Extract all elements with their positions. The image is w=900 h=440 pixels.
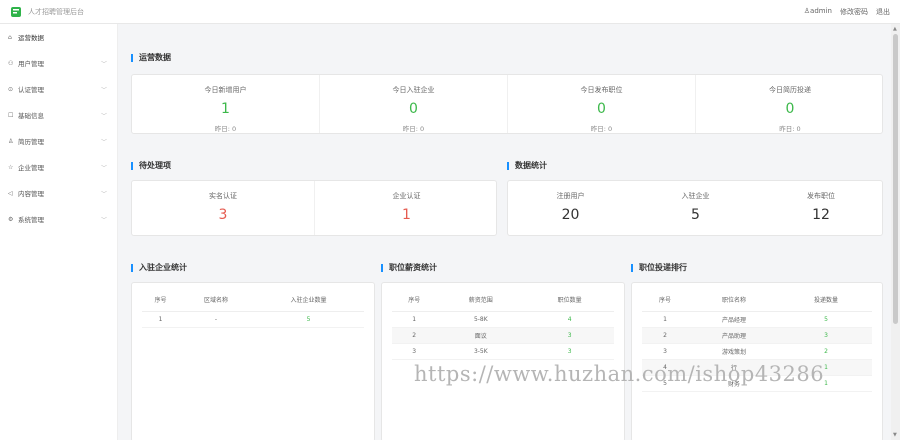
users-icon: ⚇ (8, 59, 14, 67)
column-header: 投递数量 (780, 289, 872, 312)
column-header: 序号 (392, 289, 437, 312)
stat-resume-deliveries: 今日简历投递 0 昨日: 0 (769, 86, 811, 133)
change-password-link[interactable]: 修改密码 (840, 7, 868, 17)
table-row: 2 产品助理 3 (642, 327, 872, 344)
pending-real-name[interactable]: 实名认证 3 (132, 181, 315, 235)
ops-stats-card: 今日新增用户 1 昨日: 0 今日入驻企业 0 昨日: 0 今日发布职位 0 昨… (131, 74, 883, 134)
table-row: 3 游戏策划 2 (642, 343, 872, 360)
column-header: 薪资范围 (436, 289, 526, 312)
chevron-down-icon: ﹀ (100, 139, 107, 146)
home-icon: ⌂ (8, 33, 12, 41)
sidebar-item-resume[interactable]: ♙ 简历管理 ﹀ (0, 128, 117, 154)
verify-icon: ⊙ (8, 85, 14, 93)
pending-section-title: 待处理项 (131, 162, 171, 170)
sidebar-item-users[interactable]: ⚇ 用户管理 ﹀ (0, 50, 117, 76)
scrollbar-thumb[interactable] (893, 34, 898, 324)
sidebar-item-ops-data[interactable]: ⌂ 运营数据 (0, 24, 117, 50)
column-header: 职位名称 (688, 289, 780, 312)
pending-enterprise[interactable]: 企业认证 1 (315, 181, 498, 235)
top-bar: 人才招聘管理后台 ♙admin 修改密码 退出 (0, 0, 900, 24)
star-icon: ☆ (8, 163, 14, 171)
table-row: 1 5-8K 4 (392, 311, 614, 328)
sidebar-item-label: 基础信息 (18, 112, 44, 120)
sidebar: ⌂ 运营数据 ⚇ 用户管理 ﹀ ⊙ 认证管理 ﹀ ☐ 基础信息 ﹀ ♙ 简历管理… (0, 24, 118, 440)
sidebar-item-enterprise[interactable]: ☆ 企业管理 ﹀ (0, 154, 117, 180)
enterprise-table-card: 序号 区域名称 入驻企业数量 1 - 5 (131, 282, 375, 440)
app-title: 人才招聘管理后台 (28, 8, 84, 16)
app-logo-icon (11, 7, 21, 17)
vertical-scrollbar[interactable]: ▲ ▼ (891, 24, 900, 440)
chevron-down-icon: ﹀ (100, 113, 107, 120)
table-row: 2 面议 3 (392, 327, 614, 344)
ranking-section-title: 职位投递排行 (631, 264, 687, 272)
chevron-down-icon: ﹀ (100, 61, 107, 68)
chevron-down-icon: ﹀ (100, 217, 107, 224)
stat-new-jobs: 今日发布职位 0 昨日: 0 (508, 75, 696, 133)
stat-registered-users: 注册用户 20 (556, 192, 585, 223)
column-header: 序号 (142, 289, 180, 312)
column-header: 职位数量 (525, 289, 614, 312)
salary-section-title: 职位薪资统计 (381, 264, 437, 272)
sidebar-item-label: 内容管理 (18, 190, 44, 198)
send-icon: ◁ (8, 189, 13, 197)
user-menu[interactable]: ♙admin (804, 7, 832, 17)
ops-section-title: 运营数据 (131, 54, 171, 62)
sidebar-item-label: 简历管理 (18, 138, 44, 146)
table-row: 1 - 5 (142, 311, 364, 328)
table-row: 1 产品经理 5 (642, 311, 872, 328)
stat-posted-jobs: 发布职位 12 (807, 192, 835, 223)
info-icon: ☐ (8, 111, 14, 119)
sidebar-item-label: 企业管理 (18, 164, 44, 172)
table-row: 3 3-5K 3 (392, 343, 614, 360)
sidebar-item-content[interactable]: ◁ 内容管理 ﹀ (0, 180, 117, 206)
stat-enterprises: 入驻企业 5 (681, 192, 710, 223)
chevron-down-icon: ﹀ (100, 87, 107, 94)
salary-table-card: 序号 薪资范围 职位数量 1 5-8K 4 2 面议 3 3 3-5K 3 (381, 282, 625, 440)
chevron-down-icon: ﹀ (100, 191, 107, 198)
data-stats-card: 注册用户 20 入驻企业 5 发布职位 12 (507, 180, 883, 236)
pending-card: 实名认证 3 企业认证 1 (131, 180, 497, 236)
top-actions: ♙admin 修改密码 退出 (804, 7, 890, 17)
sidebar-item-basic-info[interactable]: ☐ 基础信息 ﹀ (0, 102, 117, 128)
enterprise-table: 序号 区域名称 入驻企业数量 1 - 5 (142, 289, 364, 328)
sidebar-item-label: 运营数据 (18, 34, 44, 42)
sidebar-item-verify[interactable]: ⊙ 认证管理 ﹀ (0, 76, 117, 102)
scroll-down-icon[interactable]: ▼ (893, 432, 897, 438)
column-header: 入驻企业数量 (253, 289, 364, 312)
resume-icon: ♙ (8, 137, 14, 145)
chevron-down-icon: ﹀ (100, 165, 107, 172)
stat-new-users: 今日新增用户 1 昨日: 0 (132, 75, 320, 133)
sidebar-item-label: 用户管理 (18, 60, 44, 68)
column-header: 序号 (642, 289, 689, 312)
stat-new-enterprises: 今日入驻企业 0 昨日: 0 (320, 75, 508, 133)
logout-link[interactable]: 退出 (876, 7, 890, 17)
salary-table: 序号 薪资范围 职位数量 1 5-8K 4 2 面议 3 3 3-5K 3 (392, 289, 614, 360)
sidebar-item-system[interactable]: ⚙ 系统管理 ﹀ (0, 206, 117, 232)
column-header: 区域名称 (179, 289, 254, 312)
enterprise-section-title: 入驻企业统计 (131, 264, 187, 272)
gear-icon: ⚙ (8, 215, 14, 223)
ranking-table-card: 序号 职位名称 投递数量 1 产品经理 5 2 产品助理 3 3 游戏策划 2 … (631, 282, 883, 440)
sidebar-item-label: 认证管理 (18, 86, 44, 94)
sidebar-item-label: 系统管理 (18, 216, 44, 224)
data-stats-section-title: 数据统计 (507, 162, 547, 170)
watermark-text: https://www.huzhan.com/ishop43286 (414, 362, 825, 386)
scroll-up-icon[interactable]: ▲ (893, 26, 897, 32)
